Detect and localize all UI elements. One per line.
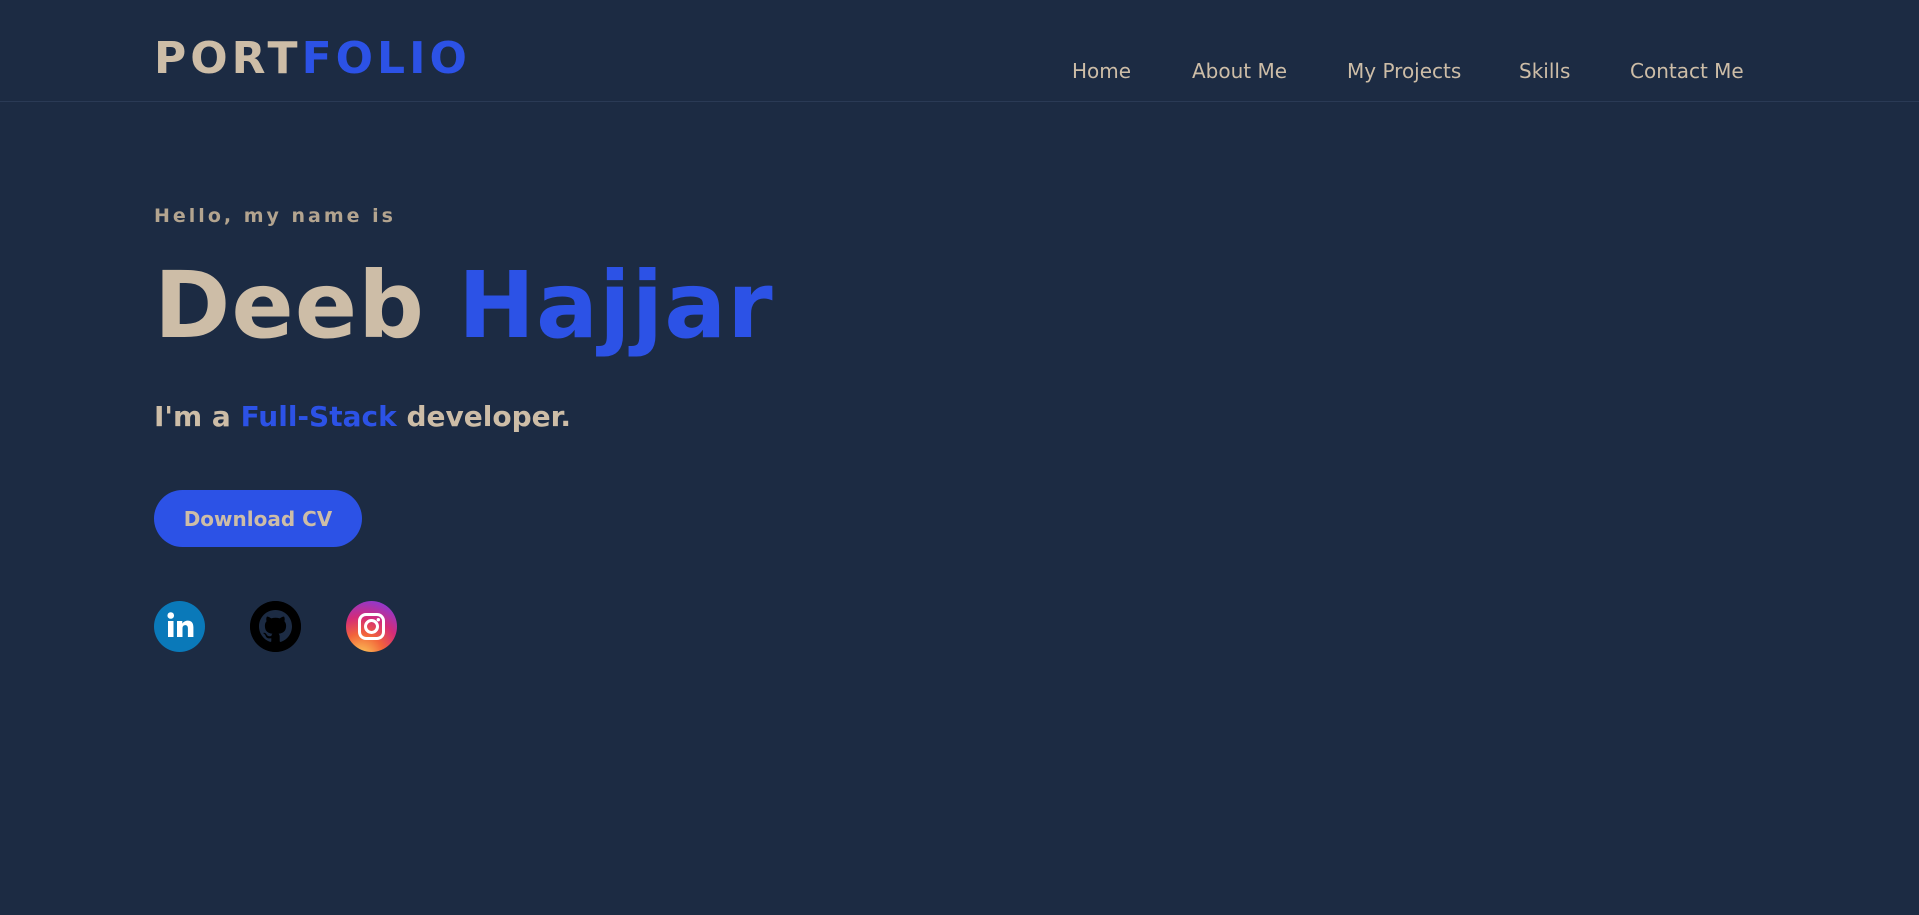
site-header: PORTFOLIO Home About Me My Projects Skil… — [0, 0, 1919, 102]
nav-skills-link[interactable]: Skills — [1519, 58, 1570, 84]
nav-contact-me-link[interactable]: Contact Me — [1630, 58, 1744, 84]
hero-role-highlight: Full-Stack — [240, 400, 397, 433]
hero-role-suffix: developer. — [406, 400, 572, 433]
hero-role-prefix: I'm a — [154, 400, 231, 433]
portfolio-logo[interactable]: PORTFOLIO — [154, 37, 471, 81]
logo-part-folio: FOLIO — [301, 33, 471, 84]
instagram-icon — [358, 613, 385, 640]
hero-first-name: Deeb — [154, 252, 426, 359]
github-icon — [250, 601, 301, 652]
instagram-link[interactable] — [346, 601, 397, 652]
nav-my-projects-link[interactable]: My Projects — [1347, 58, 1461, 84]
nav-home-link[interactable]: Home — [1072, 58, 1131, 84]
logo-part-port: PORT — [154, 33, 302, 84]
download-cv-button[interactable]: Download CV — [154, 490, 362, 547]
github-link[interactable] — [250, 601, 301, 652]
hero-role: I'm a Full-Stack developer. — [154, 400, 571, 433]
nav-about-me-link[interactable]: About Me — [1192, 58, 1287, 84]
linkedin-link[interactable] — [154, 601, 205, 652]
hero-last-name: Hajjar — [458, 252, 774, 359]
hero-greeting: Hello, my name is — [154, 205, 396, 227]
linkedin-icon — [167, 612, 194, 637]
hero-name: Deeb Hajjar — [154, 255, 774, 356]
social-links — [154, 601, 414, 652]
